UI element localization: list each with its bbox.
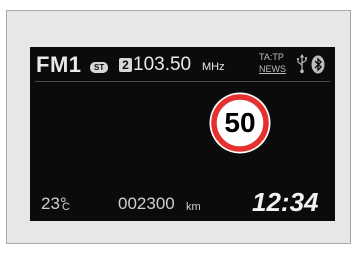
usb-icon [296, 54, 307, 74]
status-bar-divider [35, 81, 330, 82]
audio-status-bar: FM1 ST 2 103.50 MHz TA:TP NEWS [30, 47, 335, 83]
odometer: 002300 [118, 194, 175, 213]
stereo-badge: ST [90, 62, 109, 73]
news-indicator: NEWS [259, 64, 286, 74]
preset-number: 2 [119, 58, 132, 72]
ta-tp-indicator: TA:TP [259, 52, 284, 62]
speed-limit-value: 50 [224, 107, 256, 138]
temperature-unit: C [62, 201, 70, 213]
clock: 12:34 [252, 187, 319, 217]
bluetooth-icon [311, 55, 325, 74]
radio-band: FM1 [36, 52, 82, 77]
odometer-unit: km [186, 201, 201, 213]
radio-frequency: 103.50 [133, 54, 192, 75]
frequency-unit: MHz [202, 61, 225, 73]
instrument-display: FM1 ST 2 103.50 MHz TA:TP NEWS 50 23° C … [30, 47, 335, 221]
